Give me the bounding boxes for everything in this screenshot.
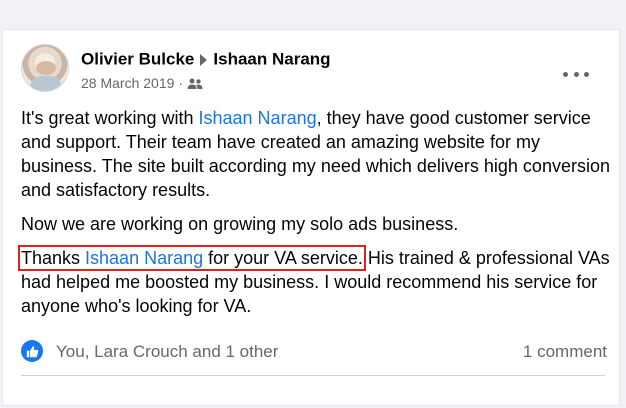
post-meta: 28 March 2019 · bbox=[81, 75, 203, 93]
avatar-shirt bbox=[30, 76, 62, 91]
post-footer: You, Lara Crouch and 1 other 1 comment bbox=[21, 336, 607, 366]
like-icon[interactable] bbox=[21, 340, 43, 362]
p3-highlight-before: Thanks bbox=[21, 248, 86, 268]
p3-highlight-after: for your VA service. bbox=[203, 248, 363, 268]
more-options-icon[interactable] bbox=[563, 64, 589, 84]
highlighted-sentence: Thanks Ishaan Narang for your VA service… bbox=[18, 245, 366, 271]
mention-link-1[interactable]: Ishaan Narang bbox=[199, 108, 317, 128]
reactions-summary[interactable]: You, Lara Crouch and 1 other bbox=[56, 342, 278, 362]
arrow-right-icon bbox=[200, 53, 208, 66]
paragraph-1: It's great working with Ishaan Narang, t… bbox=[21, 106, 611, 202]
date-separator: · bbox=[178, 75, 184, 91]
post-date[interactable]: 28 March 2019 bbox=[81, 75, 174, 91]
author-avatar[interactable] bbox=[21, 44, 69, 92]
comments-count[interactable]: 1 comment bbox=[523, 342, 607, 362]
post-names: Olivier Bulcke Ishaan Narang bbox=[81, 49, 331, 70]
post-header: Olivier Bulcke Ishaan Narang 28 March 201… bbox=[21, 44, 601, 94]
post-body: It's great working with Ishaan Narang, t… bbox=[18, 106, 611, 328]
dot-3 bbox=[584, 71, 589, 77]
footer-divider bbox=[21, 375, 605, 376]
paragraph-2: Now we are working on growing my solo ad… bbox=[21, 214, 459, 234]
avatar-face bbox=[36, 61, 56, 75]
paragraph-3: Thanks Ishaan Narang for your VA service… bbox=[18, 245, 611, 318]
mention-link-2[interactable]: Ishaan Narang bbox=[85, 248, 203, 268]
post-card: Olivier Bulcke Ishaan Narang 28 March 201… bbox=[2, 29, 620, 406]
group-icon[interactable] bbox=[187, 77, 203, 93]
p1-text-before: It's great working with bbox=[21, 108, 199, 128]
target-name[interactable]: Ishaan Narang bbox=[213, 50, 330, 69]
dot-2 bbox=[573, 71, 579, 77]
author-name[interactable]: Olivier Bulcke bbox=[81, 50, 194, 69]
dot-1 bbox=[563, 71, 568, 77]
